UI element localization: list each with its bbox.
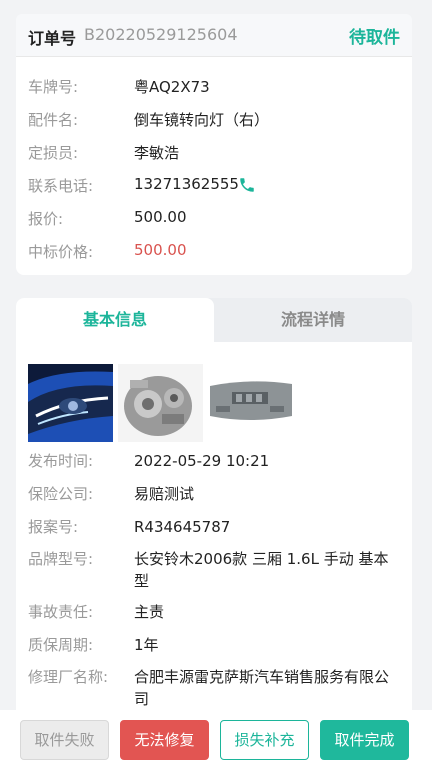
- plate-value: 粤AQ2X73: [134, 78, 210, 96]
- gearbox-photo[interactable]: [118, 364, 203, 442]
- plate-label: 车牌号:: [28, 78, 79, 96]
- tab-bar: 基本信息 流程详情: [16, 298, 412, 342]
- repair-shop-value: 合肥丰源雷克萨斯汽车销售服务有限公司: [134, 668, 390, 708]
- repair-shop-row: 修理厂名称: 合肥丰源雷克萨斯汽车销售服务有限公司: [28, 666, 400, 710]
- action-bar: 取件失败 无法修复 损失补充 取件完成: [0, 710, 432, 768]
- order-status: 待取件: [349, 28, 400, 48]
- detail-card: 基本信息 流程详情 发布时间: 2022-05-29 10:21 保险公司: 易…: [16, 298, 412, 710]
- tab-basic-info[interactable]: 基本信息: [16, 298, 214, 342]
- warranty-row: 质保周期: 1年: [28, 634, 400, 658]
- order-info-card: 车牌号: 粤AQ2X73 配件名: 倒车镜转向灯（右） 定损员: 李敏浩 联系电…: [16, 56, 412, 275]
- order-header: 订单号 B20220529125604 待取件: [16, 14, 412, 56]
- repair-shop-label: 修理厂名称:: [28, 668, 109, 686]
- publish-time-row: 发布时间: 2022-05-29 10:21: [28, 450, 400, 474]
- tab-process-details[interactable]: 流程详情: [214, 298, 412, 342]
- assessor-value: 李敏浩: [134, 144, 180, 162]
- order-no-label: 订单号: [28, 29, 77, 48]
- insurer-row: 保险公司: 易赔测试: [28, 483, 400, 507]
- quote-label: 报价:: [28, 210, 64, 228]
- bumper-photo[interactable]: [208, 364, 293, 442]
- phone-row[interactable]: 联系电话: 13271362555: [28, 173, 408, 197]
- accident-liability-row: 事故责任: 主责: [28, 601, 400, 625]
- pickup-failed-button[interactable]: 取件失败: [20, 720, 109, 760]
- phone-icon[interactable]: [238, 176, 256, 194]
- accident-liability-label: 事故责任:: [28, 603, 94, 621]
- vehicle-model-row: 品牌型号: 长安铃木2006款 三厢 1.6L 手动 基本型: [28, 548, 400, 594]
- loss-supplement-button[interactable]: 损失补充: [220, 720, 309, 760]
- quote-value: 500.00: [134, 208, 187, 226]
- part-value: 倒车镜转向灯（右）: [134, 111, 270, 129]
- accident-liability-value: 主责: [134, 603, 165, 621]
- publish-time-value: 2022-05-29 10:21: [134, 452, 270, 470]
- order-number: B20220529125604: [84, 25, 238, 44]
- phone-label: 联系电话:: [28, 177, 94, 195]
- pickup-complete-button[interactable]: 取件完成: [320, 720, 409, 760]
- unrepairable-button[interactable]: 无法修复: [120, 720, 209, 760]
- part-label: 配件名:: [28, 111, 79, 129]
- publish-time-label: 发布时间:: [28, 452, 94, 470]
- warranty-label: 质保周期:: [28, 636, 94, 654]
- insurer-label: 保险公司:: [28, 485, 94, 503]
- vehicle-model-value: 长安铃木2006款 三厢 1.6L 手动 基本型: [134, 550, 389, 590]
- winning-price-label: 中标价格:: [28, 243, 94, 261]
- report-no-value: R434645787: [134, 518, 231, 536]
- winning-price-value: 500.00: [134, 241, 187, 259]
- vehicle-model-label: 品牌型号:: [28, 550, 94, 568]
- assessor-label: 定损员:: [28, 144, 79, 162]
- warranty-value: 1年: [134, 636, 159, 654]
- phone-value[interactable]: 13271362555: [134, 175, 239, 193]
- report-no-row: 报案号: R434645787: [28, 516, 400, 540]
- insurer-value: 易赔测试: [134, 485, 195, 503]
- report-no-label: 报案号:: [28, 518, 79, 536]
- headlight-photo[interactable]: [28, 364, 113, 442]
